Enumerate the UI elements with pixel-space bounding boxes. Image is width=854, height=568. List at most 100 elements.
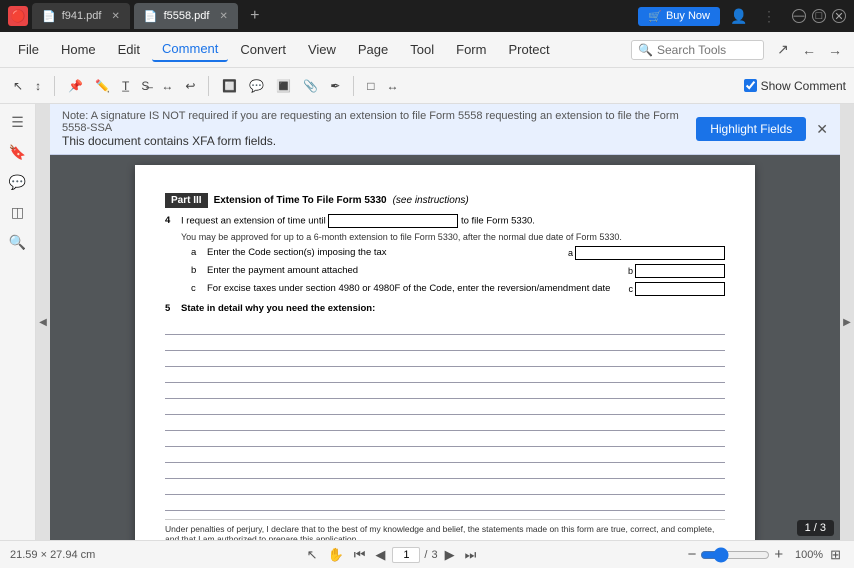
highlight-button[interactable]: ✏️ xyxy=(90,76,115,96)
pdf-row-5: 5 State in detail why you need the exten… xyxy=(165,302,725,315)
hand-tool-icon[interactable]: ✋ xyxy=(325,546,347,564)
menu-view[interactable]: View xyxy=(298,38,346,61)
show-comment-checkbox[interactable] xyxy=(744,79,757,92)
tab-f941[interactable]: 📄 f941.pdf ✕ xyxy=(32,3,130,29)
sticky-note-button[interactable]: 📌 xyxy=(63,76,88,96)
left-sidebar: ☰ 🔖 💬 ◫ 🔍 xyxy=(0,104,36,540)
distance-button[interactable]: ↔ xyxy=(382,76,404,96)
cursor-arrow-button[interactable]: ↕ xyxy=(30,76,46,96)
toolbar: ↖ ↕ 📌 ✏️ T̲ S̶ ↔ ↩ 🔲 💬 🔳 📎 ✒ □ ↔ Show Co… xyxy=(0,68,854,104)
rowa-letter: a xyxy=(191,246,207,259)
tab-f941-icon: 📄 xyxy=(42,10,56,23)
menu-file[interactable]: File xyxy=(8,38,49,61)
pdf-row-c: c For excise taxes under section 4980 or… xyxy=(165,282,725,296)
menu-edit[interactable]: Edit xyxy=(108,38,150,61)
rowb-label: b xyxy=(628,265,633,278)
cursor-select-icon[interactable]: ↖ xyxy=(304,546,321,564)
pdf-row-4: 4 I request an extension of time until t… xyxy=(165,214,725,228)
section-header: Part III Extension of Time To File Form … xyxy=(165,193,725,208)
menu-form[interactable]: Form xyxy=(446,38,496,61)
menu-home[interactable]: Home xyxy=(51,38,106,61)
title-bar: 🔴 📄 f941.pdf ✕ 📄 f5558.pdf ✕ + 🛒 Buy Now… xyxy=(0,0,854,32)
sidebar-comment-icon[interactable]: 💬 xyxy=(6,170,30,194)
prev-page-button[interactable]: ◀ xyxy=(372,546,388,564)
date-field[interactable] xyxy=(328,214,458,228)
insert-text-button[interactable]: ↩ xyxy=(180,76,200,96)
cursor-tool-button[interactable]: ↖ xyxy=(8,76,28,96)
replace-text-button[interactable]: ↔ xyxy=(156,76,178,96)
sidebar-layers-icon[interactable]: ◫ xyxy=(6,200,30,224)
right-panel-collapse[interactable]: ▶ xyxy=(840,104,854,540)
tab-f941-close[interactable]: ✕ xyxy=(111,11,119,22)
pdf-row-b: b Enter the payment amount attached b xyxy=(165,264,725,278)
rowb-field[interactable] xyxy=(635,264,725,278)
tab-f5558[interactable]: 📄 f5558.pdf ✕ xyxy=(134,3,238,29)
menu-protect[interactable]: Protect xyxy=(498,38,559,61)
sidebar-pages-icon[interactable]: ☰ xyxy=(6,110,30,134)
menu-page[interactable]: Page xyxy=(348,38,398,61)
highlight-fields-button[interactable]: Highlight Fields xyxy=(696,117,806,141)
back-icon[interactable]: ← xyxy=(798,39,820,61)
stamp-button[interactable]: 🔳 xyxy=(271,76,296,96)
sidebar-bookmark-icon[interactable]: 🔖 xyxy=(6,140,30,164)
more-options-icon[interactable]: ⋮ xyxy=(758,5,780,27)
underline-button[interactable]: T̲ xyxy=(117,76,134,96)
text-line-1 xyxy=(165,321,725,335)
zoom-out-button[interactable]: − xyxy=(688,546,697,563)
left-panel-collapse[interactable]: ◀ xyxy=(36,104,50,540)
text-line-2 xyxy=(165,337,725,351)
show-comment-label: Show Comment xyxy=(761,79,846,93)
row4-note: You may be approved for up to a 6-month … xyxy=(181,232,725,242)
fit-page-icon[interactable]: ⊞ xyxy=(827,546,844,564)
maximize-button[interactable]: □ xyxy=(812,9,826,23)
area-tool-button[interactable]: □ xyxy=(362,76,379,96)
main-area: ☰ 🔖 💬 ◫ 🔍 ◀ Note: A signature IS NOT req… xyxy=(0,104,854,540)
zoom-controls: − + 100% ⊞ xyxy=(688,546,844,564)
pdf-document[interactable]: Part III Extension of Time To File Form … xyxy=(50,155,840,540)
search-input[interactable] xyxy=(657,43,757,57)
xfa-note: Note: A signature IS NOT required if you… xyxy=(62,110,686,134)
strikeout-button[interactable]: S̶ xyxy=(136,76,154,96)
search-icon: 🔍 xyxy=(638,43,653,57)
rowb-letter: b xyxy=(191,264,207,277)
callout-button[interactable]: 💬 xyxy=(244,76,269,96)
zoom-in-button[interactable]: + xyxy=(774,546,783,563)
text-line-6 xyxy=(165,401,725,415)
sidebar-search-icon[interactable]: 🔍 xyxy=(6,230,30,254)
last-page-button[interactable]: ⏭ xyxy=(462,546,480,564)
next-page-button[interactable]: ▶ xyxy=(442,546,458,564)
rowa-text: Enter the Code section(s) imposing the t… xyxy=(207,246,568,259)
tab-f5558-icon: 📄 xyxy=(144,10,158,23)
xfa-close-button[interactable]: ✕ xyxy=(816,121,828,138)
rowb-text: Enter the payment amount attached xyxy=(207,264,628,277)
tab-f5558-close[interactable]: ✕ xyxy=(219,11,227,22)
rowa-field[interactable] xyxy=(575,246,725,260)
text-box-button[interactable]: 🔲 xyxy=(217,76,242,96)
page-separator: / xyxy=(424,549,427,561)
menu-comment[interactable]: Comment xyxy=(152,37,228,62)
minimize-button[interactable]: — xyxy=(792,9,806,23)
new-tab-button[interactable]: + xyxy=(244,5,266,27)
draw-button[interactable]: ✒ xyxy=(325,76,345,96)
row5-text: State in detail why you need the extensi… xyxy=(181,302,725,315)
zoom-slider[interactable] xyxy=(700,547,770,563)
page-count-badge: 1 / 3 xyxy=(797,520,834,536)
buy-now-button[interactable]: 🛒 Buy Now xyxy=(638,7,720,26)
pdf-page: Part III Extension of Time To File Form … xyxy=(135,165,755,540)
share-icon[interactable]: ↗ xyxy=(772,39,794,61)
menu-tool[interactable]: Tool xyxy=(400,38,444,61)
attach-button[interactable]: 📎 xyxy=(298,76,323,96)
cart-icon: 🛒 xyxy=(648,10,662,23)
page-input[interactable] xyxy=(392,547,420,563)
close-button[interactable]: ✕ xyxy=(832,9,846,23)
penalty-text: Under penalties of perjury, I declare th… xyxy=(165,519,725,540)
menu-convert[interactable]: Convert xyxy=(230,38,296,61)
tab-f941-label: f941.pdf xyxy=(62,10,102,22)
nav-controls: ↖ ✋ ⏮ ◀ / 3 ▶ ⏭ xyxy=(304,546,480,564)
forward-icon[interactable]: → xyxy=(824,39,846,61)
first-page-button[interactable]: ⏮ xyxy=(351,546,369,564)
bottom-bar: 21.59 × 27.94 cm ↖ ✋ ⏮ ◀ / 3 ▶ ⏭ − + 100… xyxy=(0,540,854,568)
account-icon[interactable]: 👤 xyxy=(728,5,750,27)
page-size: 21.59 × 27.94 cm xyxy=(10,549,95,561)
rowc-field[interactable] xyxy=(635,282,725,296)
